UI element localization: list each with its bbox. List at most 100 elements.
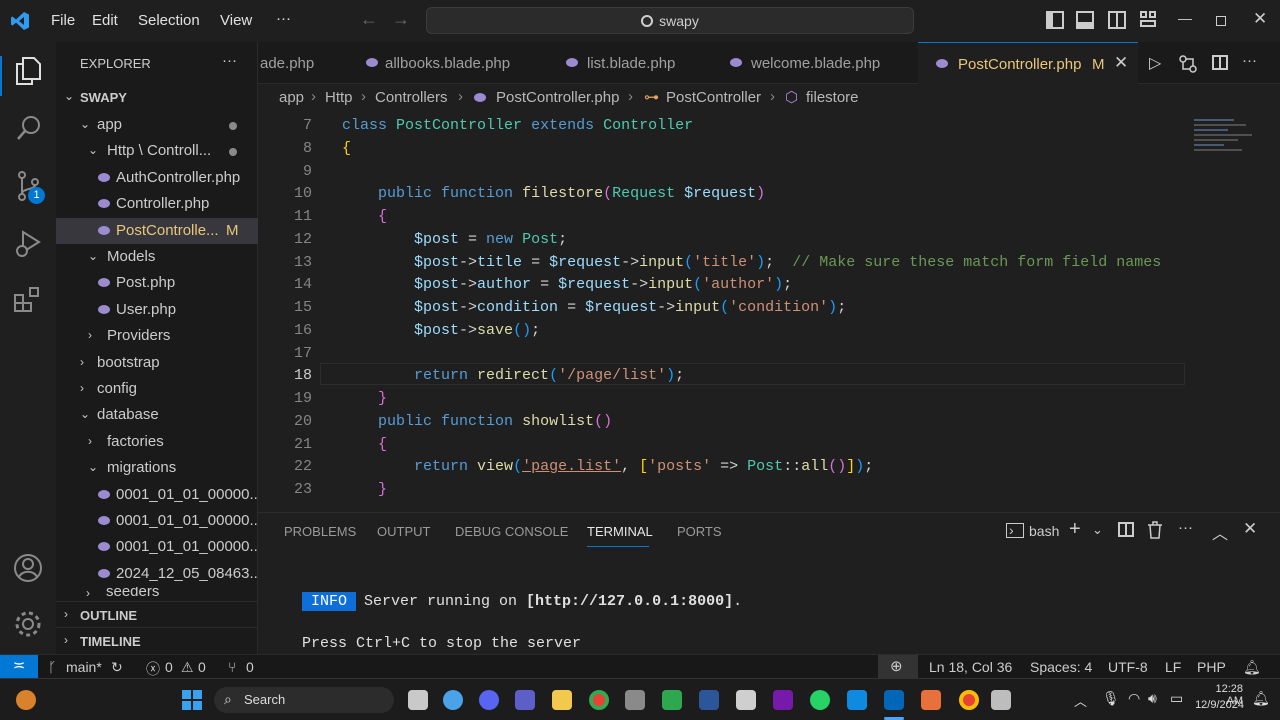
panel-more-icon[interactable]: ···: [1178, 519, 1193, 536]
cursor-position[interactable]: Ln 18, Col 36: [929, 659, 1012, 675]
battery-icon[interactable]: ▭: [1170, 690, 1183, 707]
breadcrumb-method[interactable]: filestore: [806, 89, 859, 106]
xampp-icon[interactable]: [921, 690, 941, 710]
chevron-down-icon[interactable]: ⌄: [1092, 522, 1103, 538]
timeline-section[interactable]: › TIMELINE: [56, 627, 258, 653]
branch-name[interactable]: main*: [66, 659, 102, 675]
tree-item-partial[interactable]: › seeders: [56, 587, 258, 601]
run-debug-icon[interactable]: [14, 228, 44, 258]
settings-gear-icon[interactable]: [12, 608, 44, 640]
tree-item[interactable]: Post.php: [56, 270, 258, 296]
run-icon[interactable]: ▷: [1149, 53, 1161, 73]
explorer-more-icon[interactable]: ···: [222, 52, 237, 69]
menu-more[interactable]: ···: [276, 10, 291, 27]
app-window-icon[interactable]: [991, 690, 1011, 710]
toggle-panel-icon[interactable]: [1076, 11, 1094, 29]
tab-allbooks[interactable]: allbooks.blade.php: [344, 42, 526, 84]
code-line[interactable]: public function filestore(Request $reque…: [342, 185, 765, 202]
taskbar-search[interactable]: ⌕ Search: [214, 687, 394, 713]
menu-file[interactable]: File: [51, 12, 75, 29]
tree-item[interactable]: ⌄ Models: [56, 244, 258, 270]
panel-tab-output[interactable]: OUTPUT: [377, 524, 430, 539]
extensions-icon[interactable]: [13, 285, 43, 315]
word-icon[interactable]: [699, 690, 719, 710]
terminal-shell-label[interactable]: bash: [1029, 523, 1059, 539]
code-line[interactable]: return view('page.list', ['posts' => Pos…: [342, 458, 873, 475]
code-line[interactable]: $post->title = $request->input('title');…: [342, 254, 1161, 271]
panel-tab-terminal[interactable]: TERMINAL: [587, 524, 653, 539]
tree-item[interactable]: 0001_01_01_00000...: [56, 534, 258, 560]
encoding[interactable]: UTF-8: [1108, 659, 1148, 675]
chrome-icon[interactable]: [589, 690, 609, 710]
tree-item[interactable]: › Providers: [56, 323, 258, 349]
code-line[interactable]: $post = new Post;: [342, 231, 567, 248]
tree-item[interactable]: 0001_01_01_00000...: [56, 508, 258, 534]
sync-icon[interactable]: ↻: [111, 659, 123, 676]
tree-item[interactable]: User.php: [56, 297, 258, 323]
minimize-icon[interactable]: —: [1178, 10, 1192, 26]
back-arrow-icon[interactable]: ←: [360, 9, 378, 30]
code-line[interactable]: public function showlist(): [342, 413, 612, 430]
app-icon[interactable]: [625, 690, 645, 710]
microphone-icon[interactable]: 🎙︎: [1102, 690, 1120, 707]
code-line[interactable]: {: [342, 208, 387, 225]
warning-count[interactable]: 0: [198, 659, 206, 675]
indentation[interactable]: Spaces: 4: [1030, 659, 1092, 675]
tree-item[interactable]: ⌄ migrations: [56, 455, 258, 481]
file-explorer-icon[interactable]: [552, 690, 572, 710]
server-url[interactable]: [http://127.0.0.1:8000]: [526, 593, 733, 610]
code-line[interactable]: $post->save();: [342, 322, 540, 339]
breadcrumb-controllers[interactable]: Controllers: [375, 89, 448, 106]
whatsapp-icon[interactable]: [810, 690, 830, 710]
open-changes-icon[interactable]: [1178, 54, 1198, 74]
tree-item[interactable]: 2024_12_05_08463...: [56, 561, 258, 587]
store-icon[interactable]: [662, 690, 682, 710]
zoom-indicator[interactable]: ⊕: [878, 655, 918, 678]
menu-view[interactable]: View: [220, 12, 252, 29]
code-line[interactable]: $post->condition = $request->input('cond…: [342, 299, 846, 316]
minimap[interactable]: [1194, 117, 1256, 161]
code-line[interactable]: }: [342, 390, 387, 407]
outline-section[interactable]: › OUTLINE: [56, 601, 258, 627]
forward-arrow-icon[interactable]: →: [392, 9, 410, 30]
discord-icon[interactable]: [479, 690, 499, 710]
split-editor-icon[interactable]: [1212, 55, 1228, 70]
tray-overflow-icon[interactable]: ︿: [1074, 691, 1087, 710]
wifi-icon[interactable]: ◠: [1128, 690, 1140, 707]
command-center-search[interactable]: swapy: [426, 7, 914, 34]
tab-list[interactable]: list.blade.php: [526, 42, 690, 84]
split-terminal-icon[interactable]: [1118, 522, 1134, 537]
code-line[interactable]: class PostController extends Controller: [342, 117, 693, 134]
notification-center-icon[interactable]: 🔔︎: [1252, 690, 1270, 707]
edge-icon[interactable]: [847, 690, 867, 710]
account-icon[interactable]: [12, 552, 44, 584]
teams-icon[interactable]: [515, 690, 535, 710]
menu-edit[interactable]: Edit: [92, 12, 118, 29]
tab-blade-partial[interactable]: ade.php: [258, 42, 344, 84]
vscode-taskbar-icon[interactable]: [884, 690, 904, 710]
volume-icon[interactable]: 🔊︎: [1148, 690, 1157, 707]
breadcrumb-app[interactable]: app: [279, 89, 304, 106]
panel-tab-problems[interactable]: PROBLEMS: [284, 524, 356, 539]
menu-selection[interactable]: Selection: [138, 12, 200, 29]
customize-layout-icon[interactable]: [1140, 11, 1158, 29]
panel-tab-ports[interactable]: PORTS: [677, 524, 722, 539]
breadcrumb-http[interactable]: Http: [325, 89, 353, 106]
chrome-profile-icon[interactable]: [959, 690, 979, 710]
notes-icon[interactable]: [736, 690, 756, 710]
panel-tab-debug-console[interactable]: DEBUG CONSOLE: [455, 524, 568, 539]
tree-item[interactable]: › bootstrap: [56, 350, 258, 376]
tree-root-swapy[interactable]: ⌄ SWAPY: [56, 84, 258, 110]
tree-item[interactable]: ⌄ Http \ Controll...: [56, 138, 258, 164]
onenote-icon[interactable]: [773, 690, 793, 710]
close-panel-icon[interactable]: ✕: [1243, 519, 1257, 539]
weather-widget-icon[interactable]: [16, 690, 36, 710]
tree-item[interactable]: › factories: [56, 429, 258, 455]
tree-item[interactable]: 0001_01_01_00000...: [56, 482, 258, 508]
tree-item[interactable]: › config: [56, 376, 258, 402]
maximize-panel-icon[interactable]: ︿: [1212, 520, 1228, 544]
tree-item[interactable]: Controller.php: [56, 191, 258, 217]
error-count[interactable]: 0: [165, 659, 173, 675]
code-line[interactable]: }: [342, 481, 387, 498]
task-view-icon[interactable]: [408, 690, 428, 710]
